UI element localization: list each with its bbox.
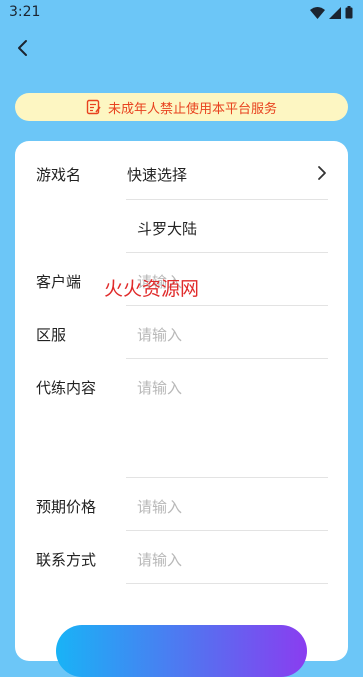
divider (126, 358, 328, 359)
divider (126, 583, 328, 584)
watermark: 火火资源网 (104, 278, 200, 300)
contact-input[interactable]: 请输入 (137, 549, 182, 570)
price-input[interactable]: 请输入 (137, 496, 182, 517)
chevron-right-icon (318, 166, 326, 180)
game-name-input[interactable]: 斗罗大陆 (137, 218, 197, 239)
wifi-icon (310, 6, 325, 19)
notice-icon (86, 99, 101, 115)
quick-select-label: 快速选择 (127, 166, 188, 184)
battery-icon (345, 6, 353, 19)
divider (126, 305, 328, 306)
client-label: 客户端 (36, 273, 82, 291)
status-time: 3:21 (9, 4, 41, 20)
divider (126, 199, 328, 200)
submit-button[interactable] (56, 625, 307, 677)
status-bar: 3:21 (0, 0, 363, 26)
contact-label: 联系方式 (36, 551, 97, 569)
back-button[interactable] (12, 36, 36, 60)
content-label: 代练内容 (36, 379, 97, 397)
status-icons (310, 6, 353, 19)
game-label: 游戏名 (36, 166, 82, 184)
notice-text: 未成年人禁止使用本平台服务 (107, 101, 277, 117)
content-input[interactable]: 请输入 (137, 377, 182, 398)
back-arrow-icon (18, 40, 27, 56)
server-input[interactable]: 请输入 (137, 324, 182, 345)
notice-banner: 未成年人禁止使用本平台服务 (15, 93, 348, 121)
divider (126, 252, 328, 253)
server-label: 区服 (36, 326, 67, 344)
divider (126, 477, 328, 478)
price-label: 预期价格 (36, 498, 97, 516)
order-form-card: 游戏名 快速选择 斗罗大陆 客户端 请输入 区服 请输入 代练内容 请输入 预期… (15, 141, 348, 661)
divider (126, 530, 328, 531)
signal-icon (329, 6, 341, 19)
